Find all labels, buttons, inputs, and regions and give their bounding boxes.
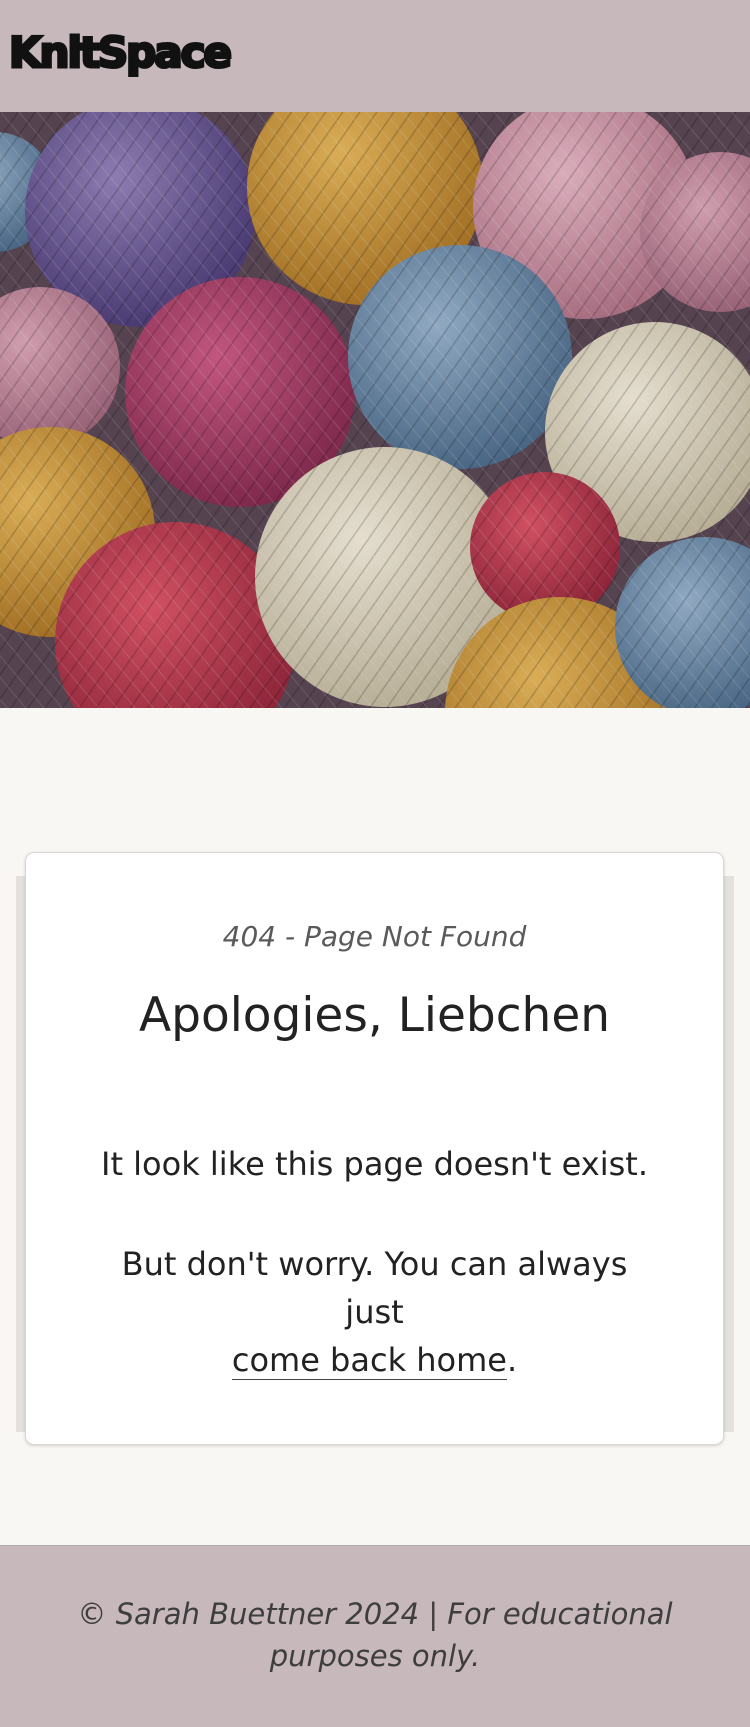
site-header: KnitSpace bbox=[0, 0, 750, 113]
footer-copyright: © Sarah Buettner 2024 | For educational … bbox=[77, 1597, 673, 1673]
error-heading: Apologies, Liebchen bbox=[138, 988, 611, 1043]
error-code-subtitle: 404 - Page Not Found bbox=[222, 920, 527, 953]
site-logo[interactable]: KnitSpace bbox=[8, 27, 234, 79]
hero-banner bbox=[0, 112, 750, 708]
error-card: 404 - Page Not Found Apologies, Liebchen… bbox=[25, 852, 724, 1445]
return-message-prefix: But don't worry. You can always just bbox=[121, 1245, 628, 1331]
return-message: But don't worry. You can always just com… bbox=[96, 1240, 653, 1384]
error-message: It look like this page doesn't exist. bbox=[101, 1145, 648, 1183]
home-link[interactable]: come back home bbox=[231, 1341, 507, 1380]
yarn-balls-image bbox=[0, 112, 750, 708]
site-footer: © Sarah Buettner 2024 | For educational … bbox=[0, 1545, 750, 1727]
return-message-suffix: . bbox=[506, 1341, 518, 1379]
